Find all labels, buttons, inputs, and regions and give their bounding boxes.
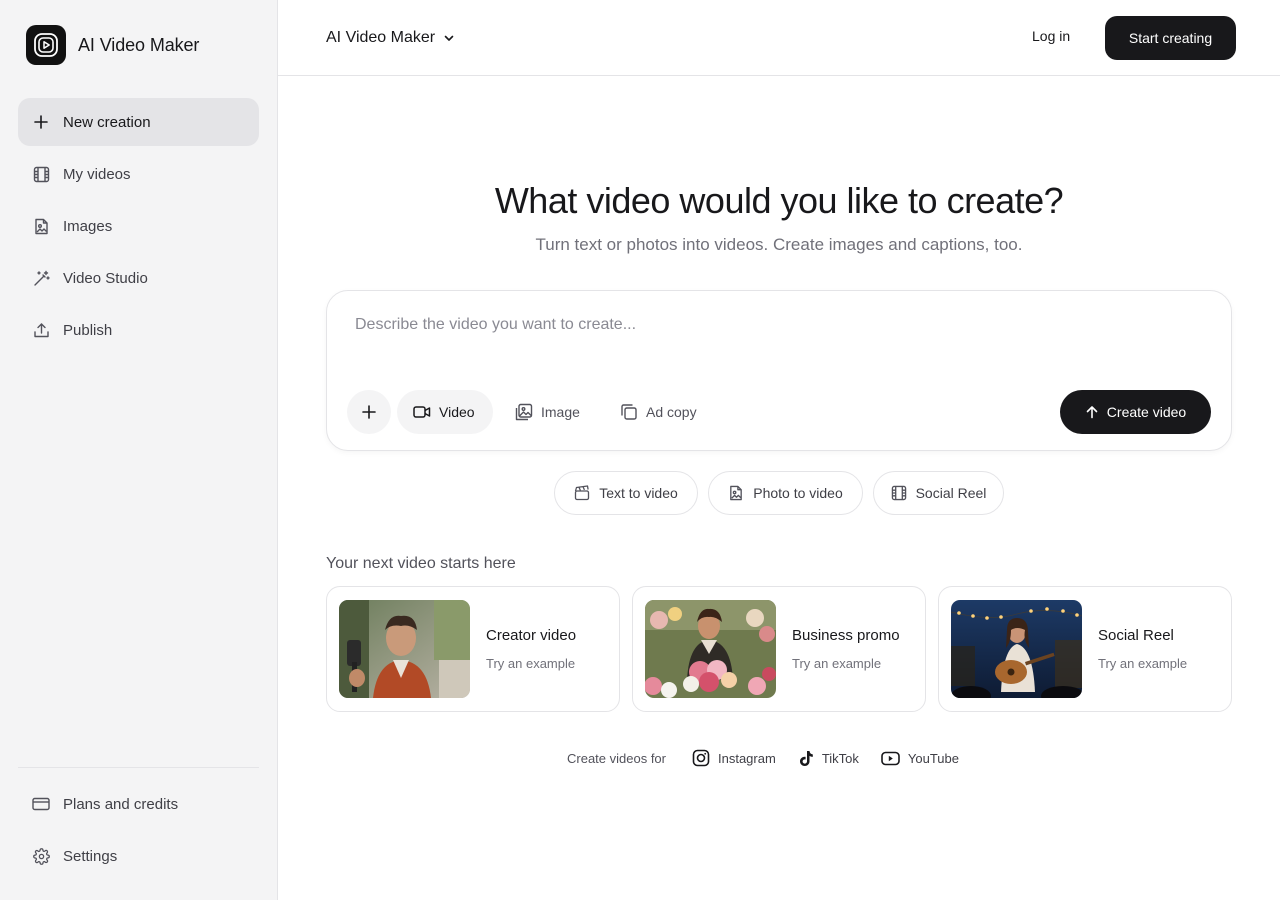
example-card-subtitle: Try an example [1098,656,1188,671]
images-icon [515,403,533,421]
sidebar-item-label: Video Studio [63,269,148,287]
sidebar-divider [18,767,259,768]
example-card-title: Creator video [486,627,577,644]
brand[interactable]: AI Video Maker [26,25,199,65]
sidebar-item-label: Plans and credits [63,795,179,813]
sidebar-item-plans-and-credits[interactable]: Plans and credits [18,780,259,828]
start-creating-button[interactable]: Start creating [1105,16,1236,60]
mode-tab-video[interactable]: Video [397,390,493,434]
brand-logo-icon [26,25,66,65]
sidebar-item-video-studio[interactable]: Video Studio [18,254,259,302]
gear-icon [32,847,50,865]
create-video-button[interactable]: Create video [1060,390,1211,434]
model-select-label: AI Video Maker [326,29,436,46]
mode-tab-ad-copy[interactable]: Ad copy [604,390,713,434]
upload-icon [32,321,50,339]
chip-label: Photo to video [753,485,843,501]
instagram-icon [692,749,710,767]
sidebar-bottom-nav: Plans and credits Settings [18,780,259,884]
sidebar-nav: New creation My videos Images Video Stud… [18,98,259,358]
chip-label: Social Reel [915,485,987,501]
example-thumbnail [645,600,776,698]
platform-label: TikTok [821,750,859,766]
chip-text-to-video[interactable]: Text to video [554,471,698,515]
example-card-subtitle: Try an example [792,656,882,671]
example-card-business-promo[interactable]: Business promo Try an example [632,586,926,712]
examples-heading: Your next video starts here [326,555,516,572]
mode-tab-label: Video [439,404,475,420]
image-file-icon [32,217,50,235]
sidebar-item-settings[interactable]: Settings [18,832,259,880]
model-select-dropdown[interactable]: AI Video Maker [326,24,455,52]
video-camera-icon [413,405,431,419]
example-card-social-reel[interactable]: Social Reel Try an example [938,586,1232,712]
chip-photo-to-video[interactable]: Photo to video [708,471,863,515]
copy-icon [620,403,638,421]
example-card-title: Business promo [792,627,900,644]
sidebar-item-label: Settings [63,847,118,865]
page-subtitle: Turn text or photos into videos. Create … [535,235,1023,254]
example-card-subtitle: Try an example [486,656,576,671]
sidebar-item-new-creation[interactable]: New creation [18,98,259,146]
prompt-composer: Video Image Ad copy Create video [326,290,1232,451]
platforms-row: Create videos for Instagram TikTok YouTu… [567,748,981,768]
sidebar-item-my-videos[interactable]: My videos [18,150,259,198]
arrow-up-icon [1085,405,1099,419]
top-bar: AI Video Maker Log in Start creating [278,0,1280,76]
attach-button[interactable] [347,390,391,434]
chip-label: Text to video [599,485,678,501]
platform-youtube[interactable]: YouTube [881,751,959,766]
credit-card-icon [32,795,50,813]
platform-label: YouTube [907,750,959,766]
chip-social-reel[interactable]: Social Reel [873,471,1004,515]
create-video-label: Create video [1106,404,1187,420]
login-button[interactable]: Log in [1032,28,1070,44]
mode-tab-label: Image [541,404,580,420]
sidebar-item-label: My videos [63,165,131,183]
mode-tab-label: Ad copy [646,404,697,420]
sidebar: AI Video Maker New creation My videos Im… [0,0,278,900]
image-file-icon [728,485,744,501]
tiktok-icon [798,750,814,767]
plus-icon [361,404,377,420]
page-title: What video would you like to create? [494,180,1064,221]
magic-wand-icon [32,269,50,287]
sidebar-item-publish[interactable]: Publish [18,306,259,354]
chevron-down-icon [443,32,455,44]
brand-name: AI Video Maker [78,34,200,55]
example-thumbnail [339,600,470,698]
example-card-creator-video[interactable]: Creator video Try an example [326,586,620,712]
youtube-icon [881,751,900,766]
sidebar-item-label: New creation [63,113,151,131]
clapperboard-icon [574,485,590,501]
platform-label: Instagram [718,750,776,766]
example-thumbnail [951,600,1082,698]
sidebar-item-label: Publish [63,321,113,339]
platform-tiktok[interactable]: TikTok [798,750,859,767]
sidebar-item-images[interactable]: Images [18,202,259,250]
prompt-input[interactable] [355,313,1195,337]
mode-tab-image[interactable]: Image [499,390,596,434]
film-icon [32,165,50,183]
plus-icon [32,113,50,131]
example-card-title: Social Reel [1098,627,1174,644]
film-icon [891,485,907,501]
platform-instagram[interactable]: Instagram [692,749,776,767]
platforms-label: Create videos for [567,750,666,766]
sidebar-item-label: Images [63,217,113,235]
